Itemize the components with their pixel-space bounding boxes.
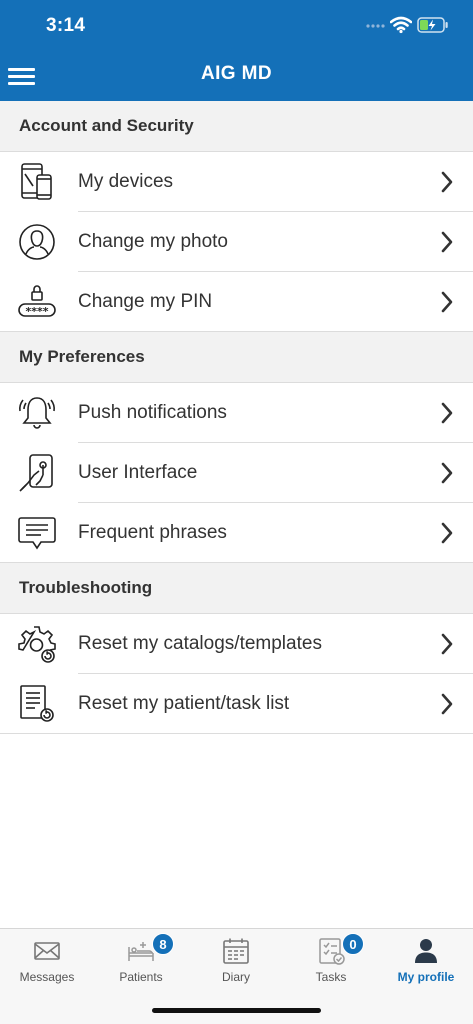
calendar-icon: [223, 938, 249, 964]
tab-patients[interactable]: 8 Patients: [94, 929, 188, 991]
tab-label: Patients: [119, 970, 163, 984]
tab-messages[interactable]: Messages: [0, 929, 94, 991]
row-label: Frequent phrases: [78, 522, 227, 543]
home-indicator: [152, 1008, 321, 1013]
settings-list: Account and Security My devices Change m…: [0, 101, 473, 734]
wifi-icon: [390, 16, 412, 34]
row-reset-patient-list[interactable]: Reset my patient/task list: [0, 674, 473, 734]
row-label: Reset my catalogs/templates: [78, 633, 322, 654]
tab-label: Diary: [221, 970, 250, 984]
battery-charging-icon: [417, 17, 448, 33]
app-title: AIG MD: [200, 63, 272, 84]
section-header-my-preferences: My Preferences: [0, 332, 473, 383]
row-label: Reset my patient/task list: [78, 693, 290, 714]
row-my-devices[interactable]: My devices: [0, 152, 473, 212]
tasks-count-badge: 0: [342, 933, 364, 955]
row-user-interface[interactable]: User Interface: [0, 443, 473, 503]
chevron-right-icon: [441, 462, 453, 484]
row-label: Change my photo: [78, 231, 228, 252]
envelope-icon: [34, 942, 60, 960]
row-change-pin[interactable]: **** Change my PIN: [0, 272, 473, 332]
speech-bubble-icon: [17, 512, 57, 554]
tab-tasks[interactable]: 0 Tasks: [284, 929, 378, 991]
devices-icon: [17, 161, 57, 203]
document-reset-icon: [17, 683, 57, 725]
tab-diary[interactable]: Diary: [189, 929, 283, 991]
tab-label: Messages: [19, 970, 75, 984]
chevron-right-icon: [441, 402, 453, 424]
bed-icon: [128, 942, 154, 961]
app-header: 3:14 AIG MD: [0, 0, 473, 101]
row-reset-catalogs[interactable]: Reset my catalogs/templates: [0, 614, 473, 674]
row-change-photo[interactable]: Change my photo: [0, 212, 473, 272]
touch-phone-icon: [17, 452, 57, 494]
row-label: Change my PIN: [78, 291, 213, 312]
bell-icon: [17, 392, 57, 434]
section-header-account-security: Account and Security: [0, 101, 473, 152]
chevron-right-icon: [441, 693, 453, 715]
checklist-icon: [319, 938, 345, 965]
row-label: Push notifications: [78, 402, 227, 423]
row-label: User Interface: [78, 462, 198, 483]
row-frequent-phrases[interactable]: Frequent phrases: [0, 503, 473, 563]
svg-text:****: ****: [25, 305, 48, 318]
chevron-right-icon: [441, 633, 453, 655]
tab-my-profile[interactable]: My profile: [379, 929, 473, 991]
user-photo-icon: [17, 221, 57, 263]
chevron-right-icon: [441, 171, 453, 193]
tab-label: Tasks: [315, 970, 347, 984]
pin-lock-icon: ****: [17, 281, 57, 323]
tab-label: My profile: [397, 970, 455, 984]
chevron-right-icon: [441, 522, 453, 544]
status-time: 3:14: [46, 15, 86, 36]
chevron-right-icon: [441, 231, 453, 253]
row-label: My devices: [78, 171, 174, 192]
patients-count-badge: 8: [152, 933, 174, 955]
row-push-notifications[interactable]: Push notifications: [0, 383, 473, 443]
chevron-right-icon: [441, 291, 453, 313]
person-icon: [415, 939, 437, 963]
cellular-signal-icon: [366, 24, 385, 28]
gear-reset-icon: [17, 623, 57, 665]
section-header-troubleshooting: Troubleshooting: [0, 563, 473, 614]
